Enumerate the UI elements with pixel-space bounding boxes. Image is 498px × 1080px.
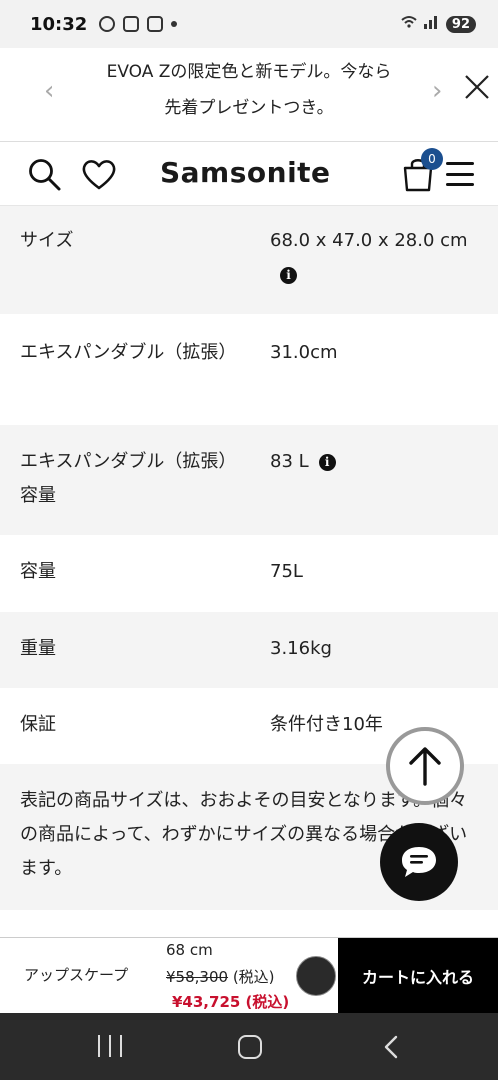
search-icon[interactable]	[26, 156, 62, 192]
spec-row-weight: 重量 3.16kg	[0, 612, 498, 688]
status-time: 10:32	[30, 13, 88, 35]
status-bar: 10:32 92	[0, 0, 498, 48]
promo-text[interactable]: EVOA Zの限定色と新モデル。今なら 先着プレゼントつき。	[72, 54, 426, 126]
promo-prev-chevron-icon[interactable]: ‹	[44, 76, 54, 106]
promo-next-chevron-icon[interactable]: ›	[432, 76, 442, 106]
spec-value: 75L	[270, 561, 303, 582]
battery-level: 92	[445, 15, 476, 33]
spec-value: 68.0 x 47.0 x 28.0 cmi	[270, 230, 468, 284]
spec-row-expandable-capacity: エキスパンダブル（拡張）容量 83 Li	[0, 425, 498, 535]
samsonite-logo[interactable]: Samsonite	[160, 156, 331, 189]
spec-row-expandable: エキスパンダブル（拡張） 31.0cm	[0, 314, 498, 425]
spec-value: 31.0cm	[270, 342, 338, 363]
promo-line-2: 先着プレゼントつき。	[164, 98, 334, 118]
spec-label: 重量	[20, 638, 56, 659]
spec-label: サイズ	[20, 230, 74, 251]
chat-button[interactable]	[380, 823, 458, 901]
promo-line-1: EVOA Zの限定色と新モデル。今なら	[106, 62, 392, 82]
back-icon[interactable]	[378, 1033, 406, 1061]
promo-banner: ‹ EVOA Zの限定色と新モデル。今なら 先着プレゼントつき。 ›	[0, 48, 498, 142]
system-nav-bar	[0, 1013, 498, 1080]
spec-label: 保証	[20, 714, 56, 735]
heart-icon[interactable]	[80, 156, 118, 192]
sticky-cart-bar: アップスケープ 68 cm ¥58,300 (税込) ¥43,725 (税込) …	[0, 937, 498, 1014]
screenshot-icon	[123, 16, 140, 32]
add-to-cart-button[interactable]: カートに入れる	[338, 938, 498, 1014]
spec-row-size: サイズ 68.0 x 47.0 x 28.0 cmi	[0, 206, 498, 314]
more-notifications-dot-icon	[171, 21, 178, 27]
spec-label: エキスパンダブル（拡張）容量	[20, 451, 237, 506]
chrome-icon	[99, 16, 116, 32]
spec-label: 容量	[20, 561, 56, 582]
hamburger-menu-icon[interactable]	[446, 162, 474, 186]
product-name: アップスケープ	[24, 966, 129, 984]
home-icon[interactable]	[238, 1035, 262, 1059]
recents-icon[interactable]	[98, 1035, 122, 1057]
spec-label: エキスパンダブル（拡張）	[20, 342, 237, 363]
cart-count-badge: 0	[421, 148, 443, 170]
spec-row-capacity: 容量 75L	[0, 535, 498, 612]
sale-price: ¥43,725 (税込)	[172, 993, 290, 1011]
arrow-up-icon	[409, 747, 441, 786]
info-icon[interactable]: i	[318, 454, 336, 471]
status-notification-icons	[99, 16, 178, 32]
scroll-to-top-button[interactable]	[386, 727, 464, 805]
spec-value: 83 Li	[250, 445, 480, 535]
spec-value: 3.16kg	[270, 638, 332, 659]
info-icon[interactable]: i	[280, 267, 297, 284]
wifi-signal-icon	[400, 14, 440, 34]
product-size: 68 cm	[166, 941, 213, 959]
color-swatch[interactable]	[296, 956, 336, 996]
chat-bubble-icon	[402, 847, 436, 877]
original-price: ¥58,300 (税込)	[166, 968, 275, 986]
app-notification-icon	[147, 16, 164, 32]
close-icon[interactable]	[462, 72, 492, 102]
